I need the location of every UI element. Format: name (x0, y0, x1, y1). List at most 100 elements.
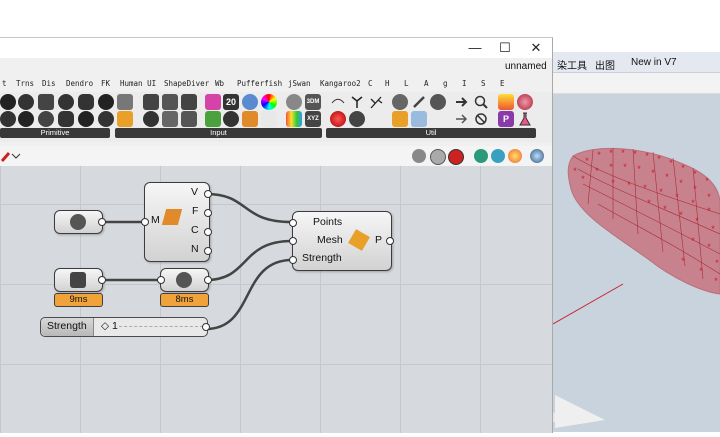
strength-slider[interactable]: Strength ◇ 1 (40, 317, 208, 337)
output-grip[interactable] (202, 323, 210, 331)
param-icon[interactable] (162, 94, 178, 110)
param-icon[interactable] (98, 94, 114, 110)
slider-icon[interactable]: 20 (223, 94, 239, 110)
camera-icon[interactable] (286, 94, 302, 110)
mesh-param[interactable] (54, 268, 103, 292)
rhino-tab-render-tools[interactable]: 染工具 (557, 57, 587, 72)
tab-pufferfish[interactable]: Pufferfish (237, 79, 282, 88)
param-icon[interactable] (38, 111, 54, 127)
param-icon[interactable] (0, 111, 16, 127)
output-grip[interactable] (98, 218, 106, 226)
colour-wheel-icon[interactable] (261, 94, 277, 110)
rhino-tab-drawing[interactable]: 出图 (595, 57, 615, 72)
tab-kangaroo2[interactable]: Kangaroo2 (320, 79, 361, 88)
param-icon[interactable] (78, 94, 94, 110)
output-grip[interactable] (204, 190, 212, 198)
tab-shapediver[interactable]: ShapeDiver (164, 79, 209, 88)
mesh-icon[interactable] (491, 149, 505, 163)
flask-icon[interactable] (517, 111, 533, 127)
grid-icon[interactable] (181, 111, 197, 127)
input-grip[interactable] (141, 218, 149, 226)
tab-g[interactable]: g (443, 79, 448, 88)
button-icon[interactable] (143, 111, 159, 127)
tab-trns[interactable]: Trns (16, 79, 34, 88)
param-icon[interactable] (58, 94, 74, 110)
tab-fk[interactable]: FK (101, 79, 110, 88)
tab-dis[interactable]: Dis (42, 79, 56, 88)
chart-icon[interactable] (498, 94, 514, 110)
rhino-tab-new-in-v7[interactable]: New in V7 (631, 57, 677, 68)
output-grip[interactable] (98, 276, 106, 284)
tree-icon[interactable] (368, 94, 384, 110)
3dm-icon[interactable]: 3DM (305, 94, 321, 110)
output-grip[interactable] (204, 209, 212, 217)
clock-icon[interactable] (223, 111, 239, 127)
input-grip[interactable] (289, 256, 297, 264)
refresh-icon[interactable] (430, 94, 446, 110)
output-grip[interactable] (204, 228, 212, 236)
gradient-icon[interactable] (205, 94, 221, 110)
tab-human-ui[interactable]: Human UI (120, 79, 156, 88)
param-icon[interactable] (18, 94, 34, 110)
tab-t[interactable]: t (2, 79, 7, 88)
tab-i[interactable]: I (462, 79, 467, 88)
param-icon[interactable] (392, 94, 408, 110)
script-icon[interactable] (242, 111, 258, 127)
tab-a[interactable]: A (424, 79, 429, 88)
mesh-param[interactable] (160, 268, 209, 292)
download-icon[interactable] (117, 94, 133, 110)
line-icon[interactable] (411, 94, 427, 110)
slider-track[interactable] (119, 326, 203, 328)
maximize-button[interactable]: ☐ (496, 40, 514, 56)
pencil-icon[interactable] (0, 150, 22, 164)
tab-h[interactable]: H (385, 79, 390, 88)
tab-wb[interactable]: Wb (215, 79, 224, 88)
slider-value[interactable]: ◇ 1 (101, 320, 118, 332)
tree-icon[interactable] (349, 94, 365, 110)
sphere-icon[interactable] (508, 149, 522, 163)
param-icon[interactable] (0, 94, 16, 110)
preview-icon[interactable] (412, 149, 426, 163)
mesh-icon[interactable] (474, 149, 488, 163)
tab-dendro[interactable]: Dendro (66, 79, 93, 88)
cluster-icon[interactable] (330, 94, 346, 110)
material-icon[interactable] (517, 94, 533, 110)
param-icon[interactable] (58, 111, 74, 127)
output-grip[interactable] (204, 247, 212, 255)
cherries-icon[interactable] (330, 111, 346, 127)
param-icon[interactable] (98, 111, 114, 127)
tab-l[interactable]: L (404, 79, 409, 88)
deconstruct-mesh-component[interactable]: M V F C N (144, 182, 210, 262)
python-icon[interactable]: P (498, 111, 514, 127)
param-icon[interactable] (349, 111, 365, 127)
bulb-icon[interactable] (392, 111, 408, 127)
param-icon[interactable] (143, 94, 159, 110)
input-grip[interactable] (289, 219, 297, 227)
tab-jswan[interactable]: jSwan (288, 79, 311, 88)
close-button[interactable]: ✕ (527, 40, 545, 56)
param-icon[interactable] (18, 111, 34, 127)
param-icon[interactable] (78, 111, 94, 127)
shaded-icon[interactable] (448, 149, 464, 165)
minimize-button[interactable]: — (466, 40, 484, 56)
param-icon[interactable] (181, 94, 197, 110)
tab-s[interactable]: S (481, 79, 486, 88)
list-icon[interactable] (162, 111, 178, 127)
input-grip[interactable] (157, 276, 165, 284)
tab-e[interactable]: E (500, 79, 505, 88)
output-grip[interactable] (386, 237, 394, 245)
param-icon[interactable] (38, 94, 54, 110)
output-grip[interactable] (204, 276, 212, 284)
xyz-icon[interactable]: XYZ (305, 111, 321, 127)
input-grip[interactable] (289, 237, 297, 245)
swatch-icon[interactable] (286, 111, 302, 127)
panel-icon[interactable] (261, 111, 277, 127)
globe-icon[interactable] (530, 149, 544, 163)
mesh-param[interactable] (54, 210, 103, 234)
disable-icon[interactable] (473, 111, 489, 127)
image-icon[interactable] (411, 111, 427, 127)
arrow-right-icon[interactable] (454, 111, 470, 127)
chart-icon[interactable] (117, 111, 133, 127)
wireframe-icon[interactable] (430, 149, 446, 165)
toggle-icon[interactable] (205, 111, 221, 127)
